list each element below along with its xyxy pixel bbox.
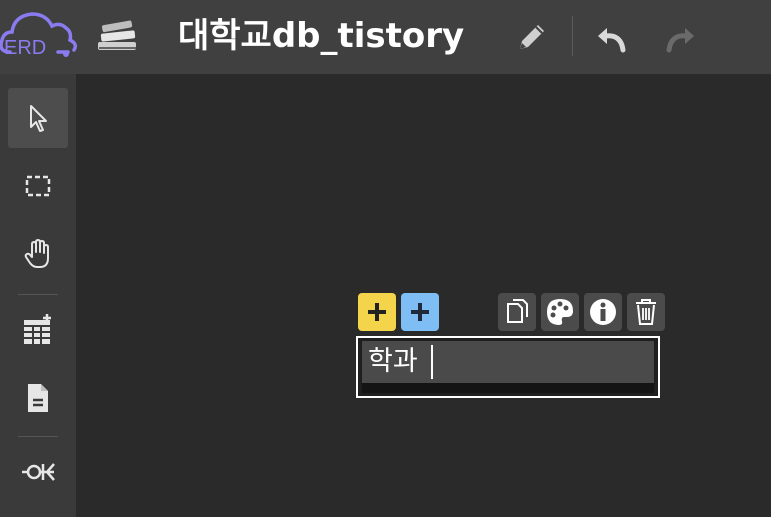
undo-icon[interactable] — [594, 18, 630, 56]
select-box-icon — [25, 175, 51, 197]
copy-table-button[interactable] — [498, 293, 536, 331]
table-name-text: 학과 — [368, 346, 418, 377]
diagram-title[interactable]: 대학교db_tistory — [178, 14, 464, 58]
add-memo-tool[interactable] — [8, 368, 68, 428]
tool-sidebar — [0, 74, 76, 517]
relationship-icon — [22, 463, 55, 481]
redo-icon[interactable] — [662, 18, 698, 56]
top-bar: ERD 대학교db_tistory — [0, 0, 771, 74]
hand-tool[interactable] — [8, 224, 68, 284]
relationship-tool[interactable] — [8, 442, 68, 502]
table-name-input[interactable]: 학과 — [362, 341, 654, 383]
info-button[interactable] — [584, 293, 622, 331]
trash-icon — [636, 299, 656, 325]
pointer-tool[interactable] — [8, 88, 68, 148]
add-primary-key-column-button[interactable] — [401, 293, 439, 331]
pencil-icon[interactable] — [512, 18, 552, 56]
table-entity[interactable]: 학과 — [356, 336, 660, 398]
add-column-button[interactable] — [358, 293, 396, 331]
erd-cloud-logo[interactable]: ERD — [0, 8, 80, 64]
text-caret — [431, 345, 433, 379]
sidebar-separator — [18, 436, 58, 437]
add-memo-icon — [28, 384, 48, 412]
sidebar-separator — [18, 294, 58, 295]
info-icon — [590, 299, 616, 325]
palette-icon — [547, 299, 573, 325]
pointer-icon — [30, 105, 47, 132]
add-table-tool[interactable] — [8, 300, 68, 360]
database-stack-icon[interactable] — [96, 18, 140, 54]
add-table-icon — [24, 314, 51, 344]
logo-text: ERD — [4, 37, 46, 59]
hand-icon — [24, 239, 49, 268]
plus-icon — [368, 303, 386, 321]
toolbar-divider — [572, 16, 573, 56]
color-palette-button[interactable] — [541, 293, 579, 331]
copy-icon — [507, 299, 528, 323]
select-box-tool[interactable] — [8, 156, 68, 216]
plus-icon — [411, 303, 429, 321]
table-columns-area[interactable] — [362, 383, 654, 393]
delete-table-button[interactable] — [627, 293, 665, 331]
